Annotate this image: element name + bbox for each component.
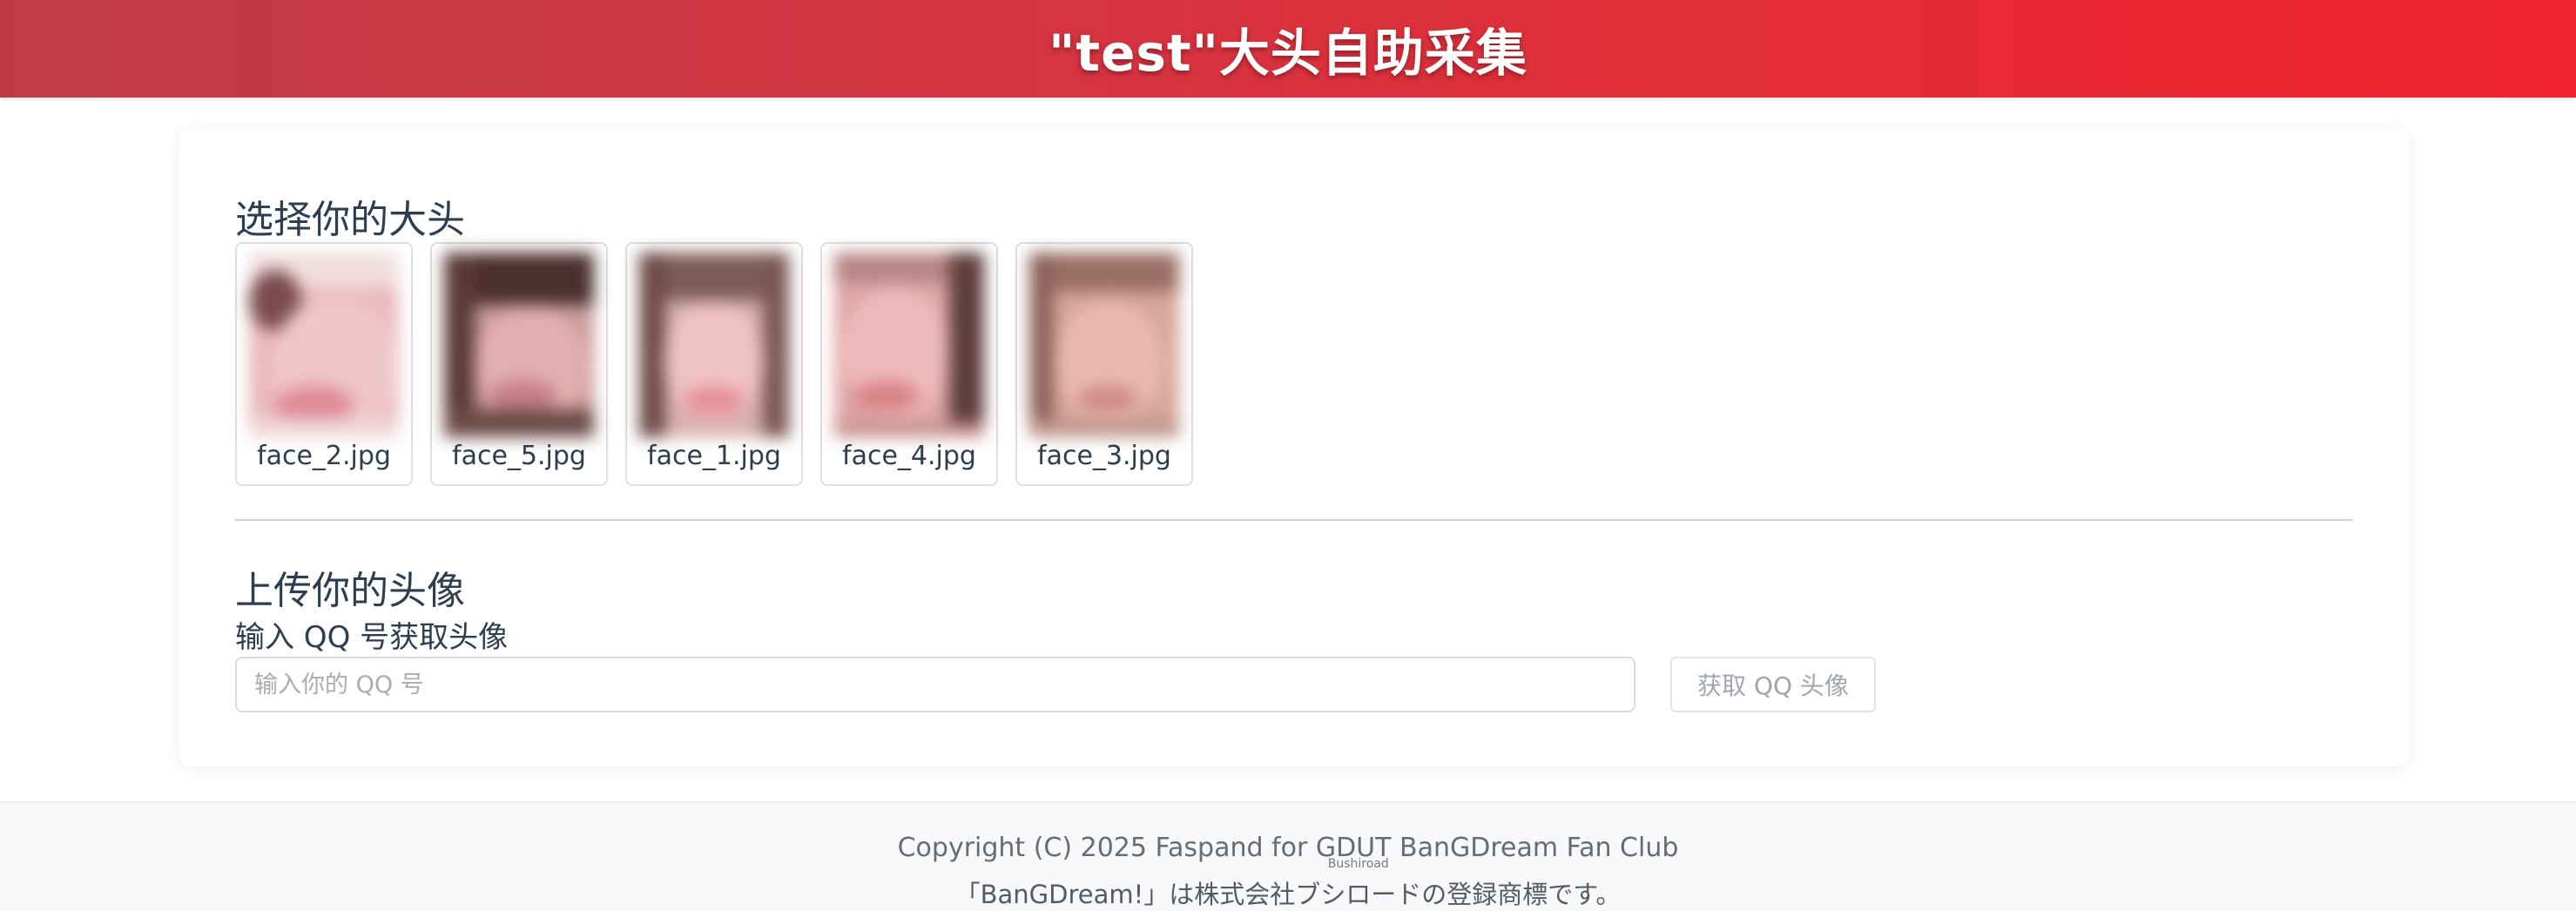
- main-card: 选择你的大头 face_2.jpg face_5.jpg face_1.jpg …: [179, 129, 2409, 766]
- trademark-prefix: 「BanGDream!」は株式会社: [954, 880, 1296, 909]
- face-thumbnail: [249, 253, 399, 437]
- face-option-3[interactable]: face_3.jpg: [1015, 242, 1193, 486]
- face-option-5[interactable]: face_5.jpg: [430, 242, 608, 486]
- face-filename: face_2.jpg: [257, 441, 391, 471]
- face-filename: face_4.jpg: [842, 441, 976, 471]
- company-name: ブシロード: [1295, 880, 1422, 909]
- page-footer: Copyright (C) 2025 Faspand for GDUT BanG…: [0, 801, 2576, 911]
- face-list: face_2.jpg face_5.jpg face_1.jpg face_4.…: [235, 242, 1193, 486]
- face-option-1[interactable]: face_1.jpg: [625, 242, 803, 486]
- face-thumbnail: [834, 253, 984, 437]
- trademark-notice: 「BanGDream!」は株式会社 Bushiroad ブシロードの登録商標です。: [0, 857, 2576, 911]
- face-option-4[interactable]: face_4.jpg: [820, 242, 998, 486]
- upload-avatar-title: 上传你的头像: [235, 569, 465, 613]
- qq-number-input[interactable]: [235, 657, 1635, 712]
- face-option-2[interactable]: face_2.jpg: [235, 242, 413, 486]
- trademark-company: Bushiroad ブシロード: [1295, 857, 1422, 911]
- company-ruby: Bushiroad: [1327, 857, 1389, 871]
- copyright-text: Copyright (C) 2025 Faspand for GDUT BanG…: [897, 833, 1679, 863]
- page-title: "test"大头自助采集: [1049, 24, 1527, 83]
- app-header: "test"大头自助采集: [0, 0, 2576, 98]
- select-face-title: 选择你的大头: [235, 198, 465, 242]
- section-divider: [235, 519, 2353, 521]
- face-filename: face_3.jpg: [1037, 441, 1171, 471]
- fetch-qq-avatar-button[interactable]: 获取 QQ 头像: [1670, 657, 1876, 712]
- face-thumbnail: [639, 253, 789, 437]
- qq-input-label: 输入 QQ 号获取头像: [235, 620, 509, 655]
- face-thumbnail: [444, 253, 594, 437]
- trademark-suffix: の登録商標です。: [1421, 880, 1622, 909]
- face-filename: face_5.jpg: [452, 441, 586, 471]
- face-thumbnail: [1029, 253, 1179, 437]
- face-filename: face_1.jpg: [647, 441, 781, 471]
